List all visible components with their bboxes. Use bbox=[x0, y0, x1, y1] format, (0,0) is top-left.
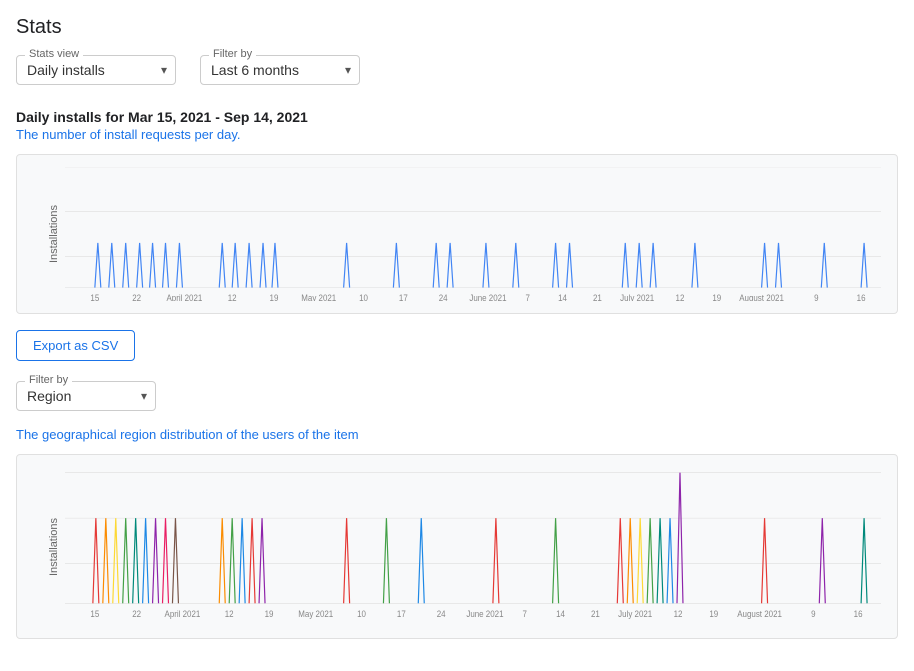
stats-view-select[interactable]: Daily installs bbox=[27, 62, 165, 78]
svg-text:12: 12 bbox=[225, 608, 234, 619]
chart1-subtitle: The number of install requests per day. bbox=[16, 127, 898, 142]
region-controls: Filter by Region ▾ bbox=[16, 381, 898, 411]
svg-text:July 2021: July 2021 bbox=[620, 293, 654, 301]
svg-text:17: 17 bbox=[397, 608, 406, 619]
svg-text:21: 21 bbox=[593, 293, 602, 301]
chart2-y-axis-label: Installations bbox=[48, 517, 60, 575]
top-controls: Stats view Daily installs ▾ Filter by La… bbox=[16, 55, 898, 85]
svg-text:14: 14 bbox=[558, 293, 567, 301]
filter-by-label: Filter by bbox=[209, 48, 256, 60]
svg-text:June 2021: June 2021 bbox=[469, 293, 506, 301]
svg-text:7: 7 bbox=[523, 608, 528, 619]
svg-text:22: 22 bbox=[132, 293, 141, 301]
svg-text:15: 15 bbox=[90, 608, 99, 619]
filter-by-select[interactable]: Last 6 months bbox=[211, 62, 349, 78]
chart1-container: Installations 3 2 1 0 bbox=[16, 154, 898, 314]
svg-text:16: 16 bbox=[854, 608, 863, 619]
svg-text:12: 12 bbox=[676, 293, 685, 301]
svg-text:10: 10 bbox=[359, 293, 368, 301]
chart1-y-axis-label: Installations bbox=[48, 205, 60, 263]
svg-text:19: 19 bbox=[270, 293, 279, 301]
svg-text:14: 14 bbox=[556, 608, 565, 619]
svg-text:21: 21 bbox=[591, 608, 600, 619]
svg-text:15: 15 bbox=[90, 293, 99, 301]
region-select[interactable]: Region bbox=[27, 388, 145, 404]
chart1-title: Daily installs for Mar 15, 2021 - Sep 14… bbox=[16, 109, 898, 125]
svg-text:12: 12 bbox=[674, 608, 683, 619]
chart2-subtitle: The geographical region distribution of … bbox=[16, 427, 898, 442]
svg-text:19: 19 bbox=[265, 608, 274, 619]
chart2-container: Installations 1.5 1.0 0.5 0.0 bbox=[16, 454, 898, 639]
svg-text:17: 17 bbox=[399, 293, 408, 301]
svg-text:April 2021: April 2021 bbox=[167, 293, 203, 301]
stats-view-label: Stats view bbox=[25, 48, 83, 60]
svg-text:April 2021: April 2021 bbox=[165, 608, 201, 619]
svg-text:10: 10 bbox=[357, 608, 366, 619]
svg-text:May 2021: May 2021 bbox=[298, 608, 333, 619]
svg-text:7: 7 bbox=[526, 293, 531, 301]
region-select-wrapper[interactable]: Filter by Region ▾ bbox=[16, 381, 156, 411]
svg-text:June 2021: June 2021 bbox=[466, 608, 503, 619]
svg-text:24: 24 bbox=[439, 293, 448, 301]
svg-text:August 2021: August 2021 bbox=[739, 293, 784, 301]
export-csv-button[interactable]: Export as CSV bbox=[16, 330, 135, 361]
page-title: Stats bbox=[16, 16, 898, 39]
svg-text:12: 12 bbox=[228, 293, 237, 301]
svg-text:24: 24 bbox=[437, 608, 446, 619]
chart2-svg: 1.5 1.0 0.5 0.0 15 bbox=[65, 467, 881, 626]
svg-text:19: 19 bbox=[709, 608, 718, 619]
stats-view-select-wrapper[interactable]: Stats view Daily installs ▾ bbox=[16, 55, 176, 85]
svg-text:16: 16 bbox=[857, 293, 866, 301]
svg-text:22: 22 bbox=[132, 608, 141, 619]
filter-by-select-wrapper[interactable]: Filter by Last 6 months ▾ bbox=[200, 55, 360, 85]
svg-text:July 2021: July 2021 bbox=[618, 608, 652, 619]
svg-text:August 2021: August 2021 bbox=[737, 608, 782, 619]
svg-text:9: 9 bbox=[811, 608, 816, 619]
svg-text:9: 9 bbox=[814, 293, 819, 301]
region-filter-label: Filter by bbox=[25, 374, 72, 386]
svg-text:May 2021: May 2021 bbox=[301, 293, 336, 301]
chart1-svg: 3 2 1 0 15 22 bbox=[65, 167, 881, 301]
svg-text:19: 19 bbox=[712, 293, 721, 301]
chart1-header: Daily installs for Mar 15, 2021 - Sep 14… bbox=[16, 109, 898, 142]
